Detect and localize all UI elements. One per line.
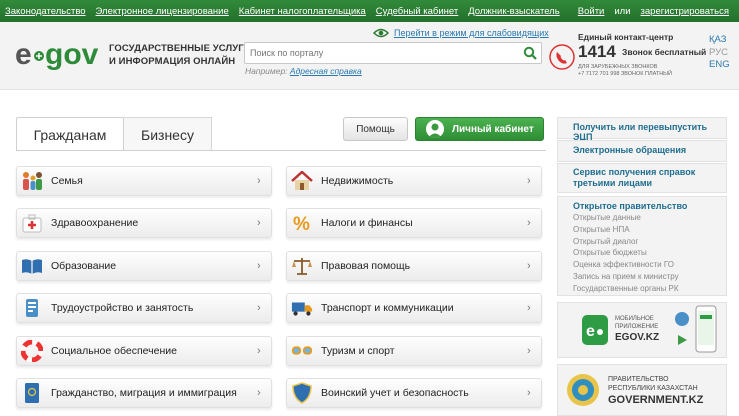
svg-text:e: e	[586, 323, 595, 340]
category-social[interactable]: Социальное обеспечение ›	[16, 336, 272, 366]
medkit-icon	[21, 212, 43, 234]
government-banner[interactable]: ПРАВИТЕЛЬСТВО РЕСПУБЛИКИ КАЗАХСТАН GOVER…	[557, 364, 727, 416]
category-transport[interactable]: Транспорт и коммуникации ›	[286, 293, 542, 323]
goggles-icon	[291, 340, 313, 362]
tab-business[interactable]: Бизнесу	[124, 117, 212, 151]
personal-cabinet-button[interactable]: Личный кабинет	[415, 117, 544, 141]
emblem-icon	[567, 374, 599, 406]
help-button[interactable]: Помощь	[343, 117, 408, 141]
svg-text:%: %	[293, 214, 310, 233]
language-switcher: ҚАЗ РУС ENG	[709, 34, 730, 72]
lifebuoy-icon	[21, 340, 43, 362]
top-link-tax-cabinet[interactable]: Кабинет налогоплательщика	[239, 6, 366, 17]
search-box	[244, 42, 542, 64]
top-link-debtor[interactable]: Должник-взыскатель	[468, 6, 559, 17]
example-link[interactable]: Адресная справка	[290, 66, 362, 76]
sidebar-link-eds[interactable]: Получить или перевыпустить ЭЦП	[557, 117, 727, 142]
lang-kaz[interactable]: ҚАЗ	[709, 34, 730, 47]
login-link[interactable]: Войти	[578, 6, 605, 17]
open-government-list: Открытые данные Открытые НПА Открытый ди…	[573, 212, 679, 295]
category-tourism[interactable]: Туризм и спорт ›	[286, 336, 542, 366]
svg-text:gov: gov	[45, 38, 99, 71]
book-icon	[21, 255, 43, 277]
lang-eng[interactable]: ENG	[709, 59, 730, 72]
or-text: или	[614, 6, 631, 17]
house-icon	[291, 170, 313, 192]
category-employment[interactable]: Трудоустройство и занятость ›	[16, 293, 272, 323]
list-item[interactable]: Оценка эффективности ГО	[573, 259, 679, 271]
chevron-right-icon: ›	[527, 217, 531, 229]
category-citizenship[interactable]: Гражданство, миграция и иммиграция ›	[16, 378, 272, 408]
top-bar: Законодательство Электронное лицензирова…	[0, 0, 739, 22]
chevron-right-icon: ›	[257, 217, 261, 229]
truck-icon	[291, 297, 313, 319]
gov-banner-name: GOVERNMENT.KZ	[608, 394, 704, 406]
category-realty[interactable]: Недвижимость ›	[286, 166, 542, 196]
mobile-app-banner[interactable]: e МОБИЛЬНОЕ ПРИЛОЖЕНИЕ EGOV.KZ	[557, 302, 727, 358]
chevron-right-icon: ›	[257, 345, 261, 357]
phone-mockup-icon	[695, 305, 717, 353]
top-links: Законодательство Электронное лицензирова…	[5, 6, 570, 17]
chevron-right-icon: ›	[527, 302, 531, 314]
tab-divider	[16, 150, 546, 151]
passport-icon	[21, 382, 43, 404]
chevron-right-icon: ›	[257, 302, 261, 314]
sidebar-link-third-party[interactable]: Сервис получения справок третьими лицами	[557, 163, 727, 193]
phone-icon	[549, 44, 575, 70]
work-icon	[21, 297, 43, 319]
eye-icon	[373, 28, 389, 38]
category-legal[interactable]: Правовая помощь ›	[286, 251, 542, 281]
contact-foreign-info: для зарубежных звонков +7 7172 701 998 з…	[578, 64, 672, 77]
list-item[interactable]: Открытые бюджеты	[573, 247, 679, 259]
site-title: ГОСУДАРСТВЕННЫЕ УСЛУГИ И ИНФОРМАЦИЯ ОНЛА…	[109, 43, 251, 67]
category-taxes[interactable]: % Налоги и финансы ›	[286, 208, 542, 238]
shield-icon	[291, 382, 313, 404]
auth-links: Войти или зарегистрироваться	[578, 6, 729, 17]
chevron-right-icon: ›	[257, 260, 261, 272]
list-item[interactable]: Государственные органы РК	[573, 283, 679, 295]
user-icon	[426, 120, 444, 138]
category-family[interactable]: Семья ›	[16, 166, 272, 196]
svg-text:e: e	[15, 38, 32, 71]
egov-app-icon: e	[582, 315, 608, 345]
search-example: Например: Адресная справка	[245, 66, 362, 76]
chevron-right-icon: ›	[527, 175, 531, 187]
contact-center-title: Единый контакт-центр	[578, 32, 674, 42]
tab-citizens[interactable]: Гражданам	[16, 117, 124, 151]
category-military[interactable]: Воинский учет и безопасность ›	[286, 378, 542, 408]
open-government-panel: Открытое правительство Открытые данные О…	[557, 196, 727, 296]
category-healthcare[interactable]: Здравоохранение ›	[16, 208, 272, 238]
top-link-licensing[interactable]: Электронное лицензирование	[96, 6, 229, 17]
store-icons	[675, 312, 689, 345]
list-item[interactable]: Открытые НПА	[573, 224, 679, 236]
app-banner-name: EGOV.KZ	[615, 332, 660, 343]
list-item[interactable]: Запись на прием к министру	[573, 271, 679, 283]
contact-free-label: Звонок бесплатный	[622, 47, 707, 57]
list-item[interactable]: Открытый диалог	[573, 236, 679, 248]
search-icon[interactable]	[523, 46, 537, 60]
chevron-right-icon: ›	[527, 260, 531, 272]
percent-icon: %	[291, 212, 313, 234]
list-item[interactable]: Открытые данные	[573, 212, 679, 224]
open-government-title[interactable]: Открытое правительство	[573, 201, 687, 211]
chevron-right-icon: ›	[527, 345, 531, 357]
lang-rus[interactable]: РУС	[709, 47, 730, 60]
top-link-court-cabinet[interactable]: Судебный кабинет	[376, 6, 458, 17]
low-vision-link[interactable]: Перейти в режим для слабовидящих	[373, 28, 549, 38]
chevron-right-icon: ›	[257, 387, 261, 399]
chevron-right-icon: ›	[257, 175, 261, 187]
scales-icon	[291, 255, 313, 277]
register-link[interactable]: зарегистрироваться	[641, 6, 729, 17]
chevron-right-icon: ›	[527, 387, 531, 399]
egov-logo[interactable]: e gov	[15, 37, 100, 71]
header: e gov ГОСУДАРСТВЕННЫЕ УСЛУГИ И ИНФОРМАЦИ…	[0, 22, 739, 90]
sidebar-link-appeals[interactable]: Электронные обращения	[557, 140, 727, 162]
contact-number[interactable]: 1414	[578, 42, 616, 62]
search-input[interactable]	[245, 43, 515, 63]
category-education[interactable]: Образование ›	[16, 251, 272, 281]
top-link-legislation[interactable]: Законодательство	[5, 6, 86, 17]
family-icon	[21, 170, 43, 192]
